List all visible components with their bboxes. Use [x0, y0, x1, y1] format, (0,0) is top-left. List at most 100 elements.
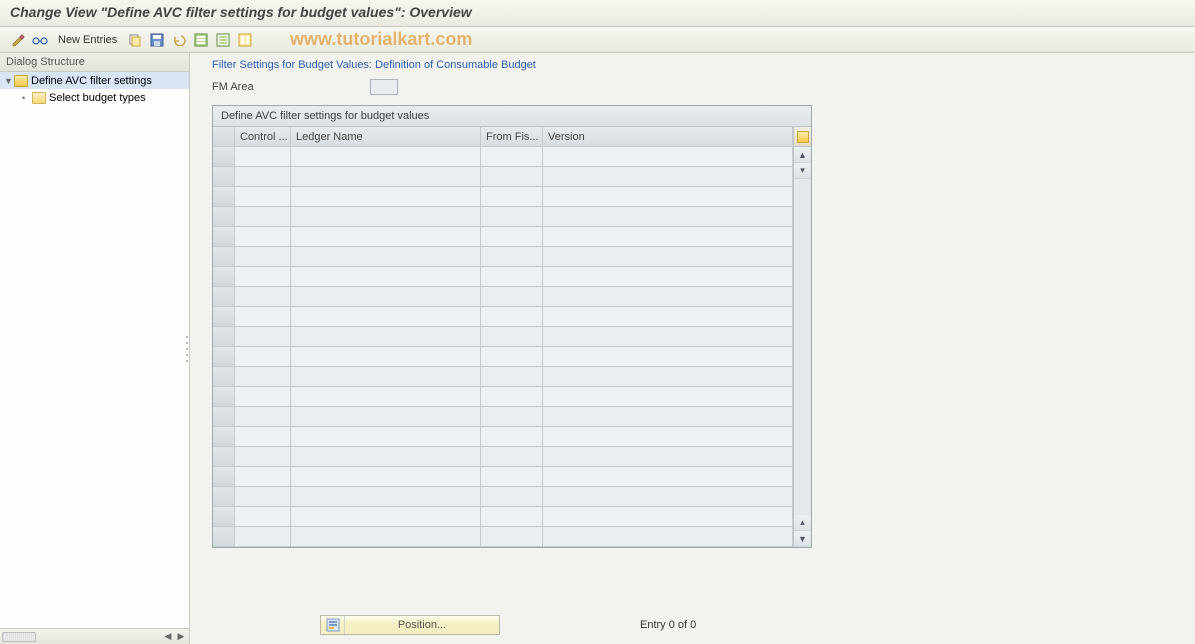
table-settings-icon[interactable]	[235, 30, 255, 50]
row-selector[interactable]	[213, 207, 235, 227]
position-button[interactable]: Position...	[320, 615, 500, 635]
cell-control[interactable]	[235, 527, 291, 547]
cell-version[interactable]	[543, 307, 793, 327]
cell-control[interactable]	[235, 407, 291, 427]
cell-fromfis[interactable]	[481, 327, 543, 347]
cell-ledger[interactable]	[291, 307, 481, 327]
scroll-left-icon[interactable]: ◀	[162, 631, 174, 643]
sidebar-hscroll[interactable]: ◀ ▶	[0, 628, 189, 644]
col-header-version[interactable]: Version	[543, 127, 793, 147]
cell-control[interactable]	[235, 387, 291, 407]
cell-control[interactable]	[235, 487, 291, 507]
fm-area-field[interactable]	[370, 79, 398, 95]
scroll-up-icon[interactable]: ▲	[794, 147, 811, 163]
table-row[interactable]	[213, 447, 793, 467]
new-entries-button[interactable]: New Entries	[52, 30, 123, 50]
table-row[interactable]	[213, 467, 793, 487]
row-selector[interactable]	[213, 387, 235, 407]
table-row[interactable]	[213, 207, 793, 227]
table-row[interactable]	[213, 187, 793, 207]
col-header-control[interactable]: Control ...	[235, 127, 291, 147]
cell-version[interactable]	[543, 487, 793, 507]
cell-control[interactable]	[235, 187, 291, 207]
col-header-fromfis[interactable]: From Fis...	[481, 127, 543, 147]
row-selector[interactable]	[213, 267, 235, 287]
row-selector[interactable]	[213, 147, 235, 167]
scroll-track[interactable]	[794, 179, 811, 515]
cell-ledger[interactable]	[291, 247, 481, 267]
cell-fromfis[interactable]	[481, 307, 543, 327]
cell-version[interactable]	[543, 427, 793, 447]
cell-fromfis[interactable]	[481, 507, 543, 527]
row-selector[interactable]	[213, 347, 235, 367]
table-row[interactable]	[213, 507, 793, 527]
cell-ledger[interactable]	[291, 467, 481, 487]
cell-control[interactable]	[235, 287, 291, 307]
cell-control[interactable]	[235, 307, 291, 327]
row-selector[interactable]	[213, 247, 235, 267]
cell-ledger[interactable]	[291, 407, 481, 427]
cell-control[interactable]	[235, 467, 291, 487]
table-row[interactable]	[213, 167, 793, 187]
cell-fromfis[interactable]	[481, 447, 543, 467]
table-row[interactable]	[213, 347, 793, 367]
row-selector[interactable]	[213, 227, 235, 247]
table-row[interactable]	[213, 247, 793, 267]
cell-control[interactable]	[235, 427, 291, 447]
cell-version[interactable]	[543, 207, 793, 227]
cell-ledger[interactable]	[291, 167, 481, 187]
table-row[interactable]	[213, 367, 793, 387]
expand-arrow-icon[interactable]: ▼	[4, 76, 14, 86]
row-selector-header[interactable]	[213, 127, 235, 147]
cell-version[interactable]	[543, 387, 793, 407]
row-selector[interactable]	[213, 527, 235, 547]
grid-settings-button[interactable]	[794, 127, 811, 147]
cell-fromfis[interactable]	[481, 167, 543, 187]
cell-version[interactable]	[543, 287, 793, 307]
table-row[interactable]	[213, 527, 793, 547]
cell-ledger[interactable]	[291, 507, 481, 527]
cell-fromfis[interactable]	[481, 427, 543, 447]
cell-ledger[interactable]	[291, 447, 481, 467]
cell-ledger[interactable]	[291, 267, 481, 287]
cell-control[interactable]	[235, 447, 291, 467]
cell-control[interactable]	[235, 147, 291, 167]
cell-fromfis[interactable]	[481, 407, 543, 427]
cell-version[interactable]	[543, 167, 793, 187]
cell-fromfis[interactable]	[481, 367, 543, 387]
table-row[interactable]	[213, 407, 793, 427]
cell-version[interactable]	[543, 227, 793, 247]
col-header-ledger[interactable]: Ledger Name	[291, 127, 481, 147]
cell-control[interactable]	[235, 327, 291, 347]
cell-fromfis[interactable]	[481, 247, 543, 267]
table-row[interactable]	[213, 227, 793, 247]
cell-ledger[interactable]	[291, 207, 481, 227]
cell-control[interactable]	[235, 507, 291, 527]
cell-version[interactable]	[543, 527, 793, 547]
glasses-icon[interactable]	[30, 30, 50, 50]
table-row[interactable]	[213, 307, 793, 327]
row-selector[interactable]	[213, 287, 235, 307]
row-selector[interactable]	[213, 167, 235, 187]
scroll-right-icon[interactable]: ▶	[175, 631, 187, 643]
cell-control[interactable]	[235, 207, 291, 227]
cell-fromfis[interactable]	[481, 147, 543, 167]
cell-fromfis[interactable]	[481, 187, 543, 207]
cell-fromfis[interactable]	[481, 287, 543, 307]
cell-version[interactable]	[543, 147, 793, 167]
scroll-thumb[interactable]	[2, 632, 36, 642]
cell-control[interactable]	[235, 347, 291, 367]
cell-ledger[interactable]	[291, 387, 481, 407]
scroll-page-up-icon[interactable]: ▾	[794, 163, 811, 179]
table-row[interactable]	[213, 487, 793, 507]
copy-icon[interactable]	[125, 30, 145, 50]
scroll-page-down-icon[interactable]: ▴	[794, 515, 811, 531]
row-selector[interactable]	[213, 447, 235, 467]
cell-ledger[interactable]	[291, 287, 481, 307]
cell-control[interactable]	[235, 267, 291, 287]
row-selector[interactable]	[213, 487, 235, 507]
row-selector[interactable]	[213, 307, 235, 327]
cell-fromfis[interactable]	[481, 527, 543, 547]
change-mode-icon[interactable]	[8, 30, 28, 50]
table-row[interactable]	[213, 147, 793, 167]
